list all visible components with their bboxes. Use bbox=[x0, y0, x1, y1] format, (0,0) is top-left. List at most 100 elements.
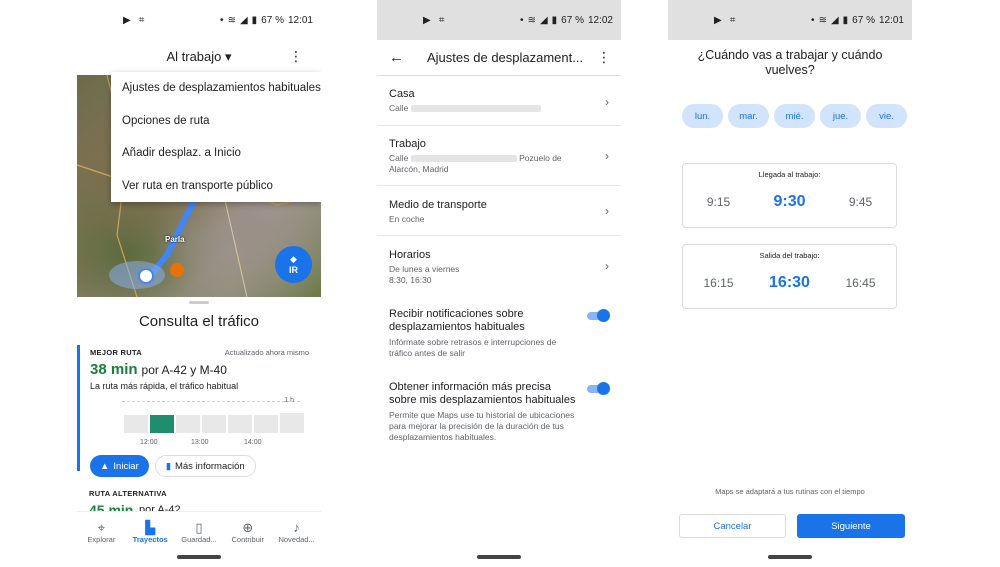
route-description: La ruta más rápida, el tráfico habitual bbox=[90, 381, 239, 391]
setting-title: Trabajo bbox=[389, 138, 426, 150]
setting-title: Horarios bbox=[389, 249, 431, 261]
notifications-toggle[interactable] bbox=[587, 309, 610, 322]
traffic-bar bbox=[150, 415, 174, 433]
setting-title: Medio de transporte bbox=[389, 199, 487, 211]
dot-icon: • bbox=[220, 14, 224, 26]
time-option[interactable]: 16:45 bbox=[836, 276, 886, 290]
nav-label: Trayectos bbox=[132, 534, 168, 544]
screenshot-icon: ⌗ bbox=[438, 14, 445, 26]
chart-icon: ▮ bbox=[165, 460, 171, 472]
wifi-icon: ≋ bbox=[818, 14, 827, 26]
nav-commute[interactable]: ▙ Trayectos bbox=[126, 512, 174, 551]
setting-title: Recibir notificaciones sobre desplazamie… bbox=[389, 308, 525, 333]
nav-label: Novedad... bbox=[278, 534, 315, 544]
day-chip-tue[interactable]: mar. bbox=[728, 104, 769, 128]
departure-time-picker: Salida del trabajo: 16:15 16:30 16:45 bbox=[682, 244, 897, 309]
pin-icon: ⌖ bbox=[97, 519, 106, 535]
setting-schedule[interactable]: Horarios De lunes a viernes 8:30, 16:30 › bbox=[377, 236, 621, 296]
bell-icon: ♪ bbox=[293, 519, 300, 535]
more-info-label: Más información bbox=[174, 460, 245, 472]
arrival-time-picker: Llegada al trabajo: 9:15 9:30 9:45 bbox=[682, 163, 897, 228]
go-label: IR bbox=[289, 265, 298, 275]
phone-schedule-picker: ▶ ⌗ • ≋ ◢ ▮ 67 % 12:01 ¿Cuándo vas a trab… bbox=[668, 0, 912, 567]
setting-transport[interactable]: Medio de transporte En coche › bbox=[377, 186, 621, 236]
precise-info-toggle[interactable] bbox=[587, 382, 610, 395]
time-option[interactable]: 16:15 bbox=[694, 276, 744, 290]
setting-sub: Pozuelo de bbox=[519, 153, 562, 163]
nav-updates[interactable]: ♪ Novedad... bbox=[273, 512, 321, 551]
menu-item-commute-settings[interactable]: Ajustes de desplazamientos habituales bbox=[111, 72, 321, 105]
cancel-button[interactable]: Cancelar bbox=[679, 514, 786, 538]
menu-item-route-options[interactable]: Opciones de ruta bbox=[111, 105, 321, 138]
traffic-bar bbox=[254, 415, 278, 433]
next-button[interactable]: Siguiente bbox=[797, 514, 905, 538]
menu-item-add-to-home[interactable]: Añadir desplaz. a Inicio bbox=[111, 137, 321, 170]
go-button[interactable]: ◆ IR bbox=[275, 246, 312, 283]
setting-notifications: Recibir notificaciones sobre desplazamie… bbox=[377, 308, 621, 359]
nav-label: Explorar bbox=[87, 534, 116, 544]
back-arrow-icon[interactable]: ← bbox=[389, 49, 427, 66]
overflow-menu: Ajustes de desplazamientos habituales Op… bbox=[111, 72, 321, 202]
time-option[interactable]: 9:45 bbox=[836, 195, 886, 209]
traffic-chart: 1 h bbox=[90, 395, 304, 439]
alt-route-label: RUTA ALTERNATIVA bbox=[89, 489, 167, 498]
battery-level: 67 % bbox=[852, 14, 875, 26]
redacted-address bbox=[410, 105, 541, 113]
caret-down-icon: ▾ bbox=[225, 49, 232, 64]
day-chip-thu[interactable]: jue. bbox=[820, 104, 861, 128]
more-options-icon[interactable]: ⋮ bbox=[597, 49, 611, 66]
signal-icon: ◢ bbox=[830, 14, 839, 26]
header-title: Al trabajo bbox=[166, 49, 222, 64]
plus-icon: ⊕ bbox=[242, 519, 254, 535]
updated-label: Actualizado ahora mismo bbox=[224, 348, 309, 357]
status-bar: ▶ ⌗ • ≋ ◢ ▮ 67 % 12:01 bbox=[668, 0, 912, 40]
battery-icon: ▮ bbox=[251, 14, 258, 26]
setting-sub: De lunes a viernes bbox=[389, 264, 460, 274]
setting-sub: Calle bbox=[389, 103, 409, 113]
time-option[interactable]: 9:15 bbox=[694, 195, 744, 209]
traffic-bar bbox=[280, 413, 304, 433]
best-route-card[interactable]: MEJOR RUTA Actualizado ahora mismo 38 mi… bbox=[77, 345, 309, 477]
time-option-selected[interactable]: 16:30 bbox=[765, 274, 815, 292]
day-chip-wed[interactable]: mié. bbox=[774, 104, 815, 128]
setting-sub: Alarcón, Madrid bbox=[389, 164, 449, 174]
dot-icon: • bbox=[811, 14, 815, 26]
gesture-bar[interactable] bbox=[477, 555, 521, 559]
phone-commute-settings: ▶ ⌗ • ≋ ◢ ▮ 67 % 12:02 ← Ajustes de despl… bbox=[377, 0, 621, 567]
destination-selector[interactable]: Al trabajo ▾ bbox=[166, 49, 231, 65]
day-chip-fri[interactable]: vie. bbox=[866, 104, 907, 128]
start-button[interactable]: ▲ Iniciar bbox=[90, 455, 149, 477]
day-chips: lun. mar. mié. jue. vie. bbox=[682, 104, 912, 128]
nav-label: Guardad... bbox=[181, 534, 217, 544]
wifi-icon: ≋ bbox=[527, 14, 536, 26]
setting-work[interactable]: Trabajo Calle Pozuelo de Alarcón, Madrid … bbox=[377, 126, 621, 186]
app-header: Al trabajo ▾ ⋮ bbox=[77, 40, 321, 74]
signal-icon: ◢ bbox=[239, 14, 248, 26]
clock: 12:02 bbox=[587, 14, 613, 26]
nav-contribute[interactable]: ⊕ Contribuir bbox=[224, 512, 272, 551]
map-place-label: Parla bbox=[165, 235, 185, 244]
signal-icon: ◢ bbox=[539, 14, 548, 26]
traffic-sheet: Consulta el tráfico MEJOR RUTA Actualiza… bbox=[77, 297, 321, 515]
day-chip-mon[interactable]: lun. bbox=[682, 104, 723, 128]
route-via: por A-42 y M-40 bbox=[141, 363, 227, 377]
redacted-address bbox=[410, 155, 517, 163]
more-options-icon[interactable]: ⋮ bbox=[289, 48, 303, 65]
menu-item-transit-route[interactable]: Ver ruta en transporte público bbox=[111, 170, 321, 203]
sheet-handle[interactable] bbox=[189, 301, 209, 304]
screenshot-icon: ⌗ bbox=[138, 14, 145, 26]
app-bar: ← Ajustes de desplazament... ⋮ bbox=[377, 40, 621, 76]
time-option-selected[interactable]: 9:30 bbox=[765, 193, 815, 211]
setting-sub: Permite que Maps use tu historial de ubi… bbox=[389, 410, 575, 442]
gesture-bar[interactable] bbox=[768, 555, 812, 559]
more-info-button[interactable]: ▮ Más información bbox=[154, 455, 256, 477]
tick-label: 14:00 bbox=[244, 439, 262, 446]
nav-explore[interactable]: ⌖ Explorar bbox=[77, 512, 125, 551]
clock: 12:01 bbox=[878, 14, 904, 26]
status-bar: ▶ ⌗ • ≋ ◢ ▮ 67 % 12:02 bbox=[377, 0, 621, 40]
gesture-bar[interactable] bbox=[177, 555, 221, 559]
setting-home[interactable]: Casa Calle › bbox=[377, 78, 621, 126]
best-route-label: MEJOR RUTA bbox=[90, 348, 143, 357]
departure-label: Salida del trabajo: bbox=[759, 251, 820, 260]
nav-saved[interactable]: ▯ Guardad... bbox=[175, 512, 223, 551]
